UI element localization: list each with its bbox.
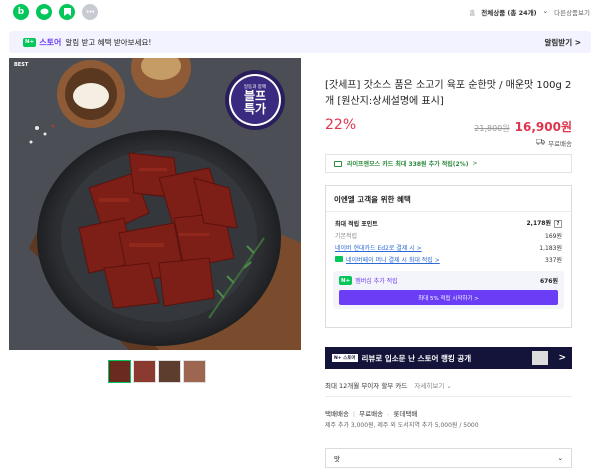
discount-rate: 22%: [325, 117, 357, 133]
divider: [326, 211, 571, 212]
npay-money-row: 네이버페이 머니 결제 시 최대 적립 > 337원: [326, 253, 571, 265]
store-logo: N+ 스토어: [332, 354, 358, 362]
hyundai-card-link[interactable]: 네이버 현대카드 Ed2로 결제 시 >: [335, 243, 422, 252]
shipping-info: 무료배송: [535, 138, 572, 148]
top-nav: 홈 전체상품 (총 24개) ⌄ 다른상품보기: [469, 7, 590, 17]
npay-money-value: 337원: [545, 256, 562, 264]
hyundai-card-value: 1,183원: [539, 244, 562, 252]
card-promo[interactable]: 라이프앤모스 카드 최대 338원 추가 적립(2%) >: [325, 154, 572, 173]
card-promo-arrow: >: [472, 160, 478, 167]
membership-value: 676원: [539, 278, 558, 285]
benefit-heading: 이엔엘 고객을 위한 혜택: [334, 195, 411, 204]
truck-icon: [535, 138, 545, 147]
dropdown-chevron-icon[interactable]: ⌄: [543, 7, 548, 17]
option-select[interactable]: 맛 ⌄: [325, 448, 572, 468]
chevron-right-icon: >: [558, 353, 566, 363]
all-products-link[interactable]: 전체상품 (총 24개): [481, 7, 536, 17]
card-promo-text: 라이프앤모스 카드 최대 338원 추가 적립(2%): [347, 161, 469, 168]
chevron-down-icon: ⌄: [557, 454, 563, 462]
thumbnail-strip: [108, 360, 206, 383]
bookmark-icon[interactable]: [59, 4, 75, 20]
membership-start-button[interactable]: 최대 5% 적립 시작하기 >: [339, 290, 558, 305]
price-box: 21,800원 16,900원: [474, 118, 572, 135]
thumbnail[interactable]: [183, 360, 206, 383]
review-banner-text: 리뷰로 입소문 난 스토어 랭킹 공개: [361, 353, 472, 363]
promo-badge: 일동과 함께 블프 특가: [227, 72, 283, 128]
base-points-row: 기본적립 169원: [326, 229, 571, 241]
delivery-carrier: 롯데택배: [393, 410, 418, 418]
review-ranking-banner[interactable]: N+ 스토어 리뷰로 입소문 난 스토어 랭킹 공개 >: [325, 347, 572, 369]
installment-detail-link[interactable]: 자세히보기 ⌄: [414, 382, 451, 390]
thumbnail[interactable]: [108, 360, 131, 383]
original-price: 21,800원: [474, 124, 510, 133]
blog-icon[interactable]: b: [13, 4, 29, 20]
sale-price: 16,900원: [514, 120, 572, 134]
membership-box: N+ 멤버십 추가 적립 676원 최대 5% 적립 시작하기 >: [333, 271, 564, 309]
promo-badge-line2: 특가: [243, 102, 267, 116]
shipping-label: 무료배송: [548, 140, 572, 148]
delivery-type: 택배배송: [325, 410, 349, 418]
delivery-extra-fee: 제주 추가 3,000원, 제주 외 도서지역 추가 5,000원 / 5000: [325, 422, 479, 429]
card-icon: [334, 160, 342, 167]
max-points-label: 최대 적립 포인트: [335, 220, 378, 228]
membership-label: 멤버십 추가 적립: [355, 278, 398, 285]
hyundai-card-row: 네이버 현대카드 Ed2로 결제 시 > 1,183원: [326, 241, 571, 253]
product-image[interactable]: BEST 일동과 함께 블프 특가: [9, 58, 301, 350]
other-products-link[interactable]: 다른상품보기: [554, 7, 590, 17]
banner-image: [532, 351, 549, 365]
base-points-label: 기본적립: [335, 232, 358, 240]
thumbnail[interactable]: [133, 360, 156, 383]
membership-row: N+ 멤버십 추가 적립 676원: [339, 276, 558, 285]
nplus-badge: N+: [23, 37, 37, 47]
max-points-value: 2,178원: [526, 220, 552, 227]
option-label: 맛: [334, 455, 340, 463]
installment-text: 최대 12개월 무이자 할부 카드: [325, 382, 408, 390]
home-link[interactable]: 홈: [469, 7, 475, 17]
max-points-row: 최대 적립 포인트 2,178원?: [326, 217, 571, 229]
benefit-panel: 이엔엘 고객을 위한 혜택 최대 적립 포인트 2,178원? 기본적립 169…: [325, 185, 572, 328]
product-title: [갓세프] 갓소스 품은 소고기 육포 순한맛 / 매운맛 100g 2개 [원…: [325, 80, 572, 107]
notify-banner: N+ 스토어 알림 받고 혜택 받아보세요! 알림받기 >: [9, 31, 591, 53]
more-icon[interactable]: ···: [82, 4, 98, 20]
thumbnail[interactable]: [158, 360, 181, 383]
installment-info: 최대 12개월 무이자 할부 카드 자세히보기 ⌄: [325, 380, 452, 390]
nplus-badge: N+: [339, 276, 353, 285]
base-points-value: 169원: [545, 232, 562, 240]
top-bar: b ··· 홈 전체상품 (총 24개) ⌄ 다른상품보기: [0, 0, 600, 24]
divider: [325, 396, 572, 397]
banner-text: 알림 받고 혜택 받아보세요!: [65, 37, 152, 47]
notify-button[interactable]: 알림받기 >: [545, 37, 582, 48]
delivery-info: 택배배송 | 무료배송 - 롯데택배: [325, 410, 418, 418]
npay-money-link[interactable]: 네이버페이 머니 결제 시 최대 적립 >: [346, 255, 440, 264]
best-tag: BEST: [14, 62, 29, 68]
talk-icon[interactable]: [36, 4, 52, 20]
npay-icon: [335, 256, 343, 262]
help-icon[interactable]: ?: [554, 220, 562, 228]
store-label: 스토어: [39, 37, 62, 47]
delivery-free: 무료배송: [359, 410, 384, 418]
